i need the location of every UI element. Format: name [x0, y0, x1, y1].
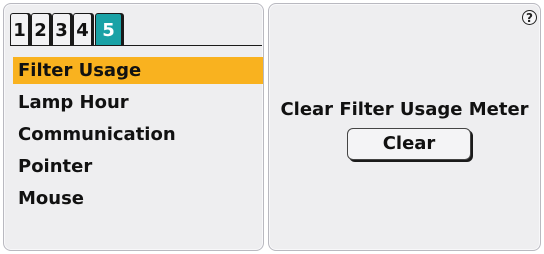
menu-item-lamp-hour[interactable]: Lamp Hour — [13, 89, 263, 116]
tab-2[interactable]: 2 — [31, 13, 50, 46]
menu-item-mouse[interactable]: Mouse — [13, 185, 263, 212]
menu-panel: 1 2 3 4 5 Filter Usage Lamp Hour Communi… — [3, 3, 264, 251]
detail-title: Clear Filter Usage Meter — [280, 99, 529, 120]
tab-divider — [10, 45, 262, 46]
menu-item-filter-usage[interactable]: Filter Usage — [13, 57, 263, 84]
tab-4[interactable]: 4 — [73, 13, 92, 46]
tab-5[interactable]: 5 — [95, 13, 122, 46]
menu-item-communication[interactable]: Communication — [13, 121, 263, 148]
clear-button[interactable]: Clear — [347, 128, 471, 160]
tab-3[interactable]: 3 — [52, 13, 71, 46]
menu-item-pointer[interactable]: Pointer — [13, 153, 263, 180]
menu-list: Filter Usage Lamp Hour Communication Poi… — [13, 57, 263, 217]
help-icon[interactable]: ? — [522, 10, 537, 25]
detail-panel: ? Clear Filter Usage Meter Clear — [268, 3, 541, 251]
tab-1[interactable]: 1 — [10, 13, 29, 46]
tab-bar: 1 2 3 4 5 — [10, 13, 124, 46]
